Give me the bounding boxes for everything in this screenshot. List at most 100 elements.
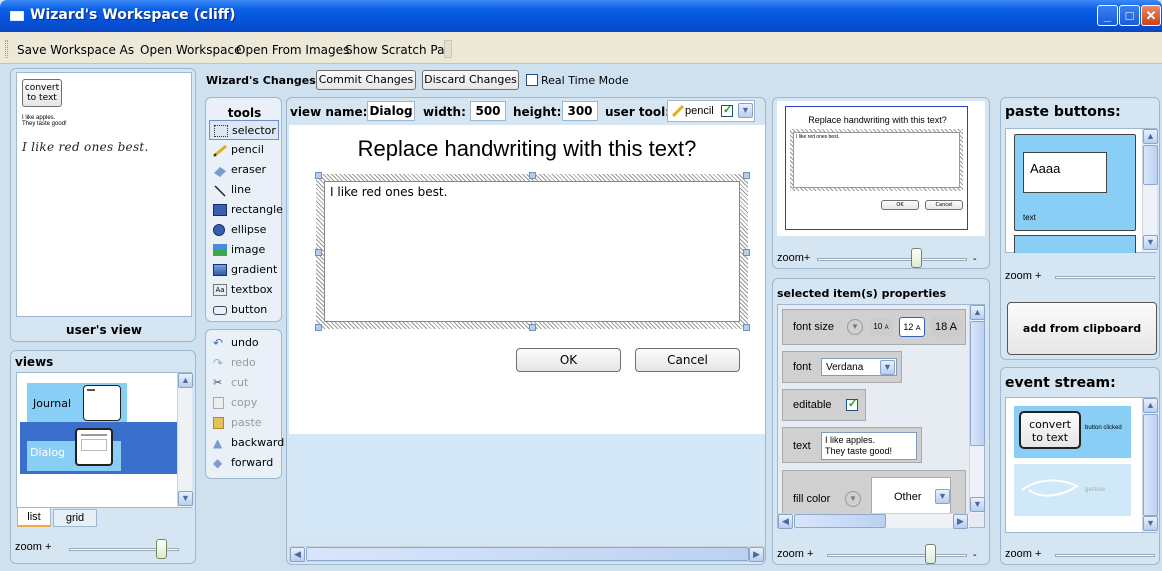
paste-button[interactable]: paste: [209, 413, 279, 433]
scroll-left-icon[interactable]: ◀: [778, 514, 793, 529]
maximize-button[interactable]: □: [1119, 5, 1140, 26]
dialog-textbox[interactable]: I like red ones best.: [324, 181, 740, 322]
minimize-button[interactable]: _: [1097, 5, 1118, 26]
copy-button[interactable]: copy: [209, 393, 279, 413]
properties-zoom-thumb[interactable]: [925, 544, 936, 564]
event-zoom-slider[interactable]: [1055, 554, 1155, 557]
font-size-12[interactable]: 12 A: [899, 317, 925, 337]
height-field[interactable]: 300: [562, 101, 598, 121]
view-item-journal[interactable]: Journal: [27, 383, 127, 423]
scroll-right-icon[interactable]: ▶: [953, 514, 968, 529]
scroll-thumb[interactable]: [1143, 414, 1158, 516]
tool-eraser[interactable]: eraser: [209, 160, 279, 180]
scroll-up-icon[interactable]: ▲: [178, 373, 193, 388]
dialog-cancel-button[interactable]: Cancel: [635, 348, 740, 372]
canvas-viewport[interactable]: Replace handwriting with this text? I li…: [289, 125, 765, 537]
convert-to-text-button[interactable]: convert to text: [22, 79, 62, 107]
title-bar[interactable]: Wizard's Workspace (cliff) _ □ ✕: [0, 0, 1162, 32]
scroll-up-icon[interactable]: ▲: [1143, 398, 1158, 413]
toolbar-overflow-button[interactable]: [444, 40, 452, 58]
properties-list[interactable]: font size ▼ 10 A 12 A 18 A font Verdana …: [777, 304, 985, 529]
views-list[interactable]: Journal Dialog ▲ ▼: [16, 372, 193, 508]
user-tool-checkbox[interactable]: [721, 105, 733, 117]
font-size-18[interactable]: 18 A: [931, 317, 961, 337]
preview-zoom-thumb[interactable]: [911, 248, 922, 268]
properties-zoom-slider[interactable]: [827, 554, 967, 557]
paste-vscrollbar[interactable]: ▲ ▼: [1142, 129, 1158, 252]
discard-changes-button[interactable]: Discard Changes: [422, 70, 519, 90]
dialog-ok-button[interactable]: OK: [516, 348, 621, 372]
menu-open-workspace[interactable]: Open Workspace: [140, 43, 241, 57]
width-field[interactable]: 500: [470, 101, 506, 121]
menu-save-workspace-as[interactable]: Save Workspace As: [17, 43, 134, 57]
commit-changes-button[interactable]: Commit Changes: [316, 70, 416, 90]
cut-button[interactable]: ✂ cut: [209, 373, 279, 393]
redo-button[interactable]: ↷ redo: [209, 353, 279, 373]
resize-handle[interactable]: [743, 249, 750, 256]
real-time-mode-checkbox[interactable]: [526, 74, 538, 86]
tool-rectangle[interactable]: rectangle: [209, 200, 283, 220]
views-scrollbar[interactable]: ▲ ▼: [177, 373, 193, 507]
tool-ellipse[interactable]: ellipse: [209, 220, 279, 240]
dialog-heading[interactable]: Replace handwriting with this text?: [289, 136, 765, 162]
resize-handle[interactable]: [743, 172, 750, 179]
tab-grid[interactable]: grid: [53, 509, 97, 527]
font-select[interactable]: Verdana ▼: [821, 358, 897, 376]
tool-selector[interactable]: selector: [209, 120, 279, 140]
scroll-up-icon[interactable]: ▲: [970, 305, 985, 320]
user-tool-select[interactable]: pencil ▼: [667, 100, 755, 122]
scroll-down-icon[interactable]: ▼: [1143, 516, 1158, 531]
tool-textbox[interactable]: Aa textbox: [209, 280, 279, 300]
menu-show-scratch-pad[interactable]: Show Scratch Pad: [345, 43, 452, 57]
chevron-down-icon[interactable]: ▼: [738, 103, 753, 118]
event-item[interactable]: convert to text button clicked: [1014, 406, 1131, 458]
resize-handle[interactable]: [315, 249, 322, 256]
undo-button[interactable]: ↶ undo: [209, 333, 279, 353]
backward-button[interactable]: ▲ backward: [209, 433, 284, 453]
scroll-thumb[interactable]: [970, 321, 985, 446]
scroll-down-icon[interactable]: ▼: [970, 497, 985, 512]
scroll-thumb[interactable]: [794, 514, 886, 528]
editable-checkbox[interactable]: [846, 399, 858, 411]
properties-vscrollbar[interactable]: ▲ ▼: [969, 305, 985, 513]
tool-button[interactable]: button: [209, 300, 279, 320]
resize-handle[interactable]: [529, 172, 536, 179]
scroll-left-icon[interactable]: ◀: [290, 547, 305, 562]
paste-button-card[interactable]: [1014, 235, 1136, 253]
scroll-thumb[interactable]: [1143, 145, 1158, 185]
forward-button[interactable]: ◆ forward: [209, 453, 279, 473]
canvas-hscrollbar[interactable]: ◀ ▶: [289, 546, 765, 562]
resize-handle[interactable]: [743, 324, 750, 331]
scroll-thumb[interactable]: [306, 547, 749, 561]
paste-zoom-slider[interactable]: [1055, 276, 1155, 279]
tool-image[interactable]: image: [209, 240, 279, 260]
dialog-canvas[interactable]: Replace handwriting with this text? I li…: [289, 125, 765, 434]
scroll-down-icon[interactable]: ▼: [178, 491, 193, 506]
chevron-down-icon[interactable]: ▼: [845, 491, 861, 507]
resize-handle[interactable]: [315, 324, 322, 331]
properties-hscrollbar[interactable]: ◀ ▶: [778, 513, 969, 529]
event-stream-list[interactable]: convert to text button clicked gesture ▲…: [1005, 397, 1158, 533]
scroll-down-icon[interactable]: ▼: [1143, 235, 1158, 250]
tab-list[interactable]: list: [17, 508, 51, 527]
tool-gradient[interactable]: gradient: [209, 260, 279, 280]
preview-zoom-slider[interactable]: [817, 258, 967, 261]
fill-color-select[interactable]: Other ▼: [871, 477, 951, 515]
close-button[interactable]: ✕: [1141, 5, 1161, 26]
event-item[interactable]: gesture: [1014, 464, 1131, 516]
paste-buttons-list[interactable]: Aaaa text ▲ ▼: [1005, 128, 1158, 253]
scroll-up-icon[interactable]: ▲: [1143, 129, 1158, 144]
paste-button-card[interactable]: Aaaa text: [1014, 134, 1136, 231]
resize-handle[interactable]: [315, 172, 322, 179]
views-zoom-thumb[interactable]: [156, 539, 167, 559]
view-name-field[interactable]: Dialog: [367, 101, 415, 121]
menu-open-from-images[interactable]: Open From Images: [236, 43, 349, 57]
view-item-dialog[interactable]: Dialog: [20, 422, 177, 474]
chevron-down-icon[interactable]: ▼: [880, 360, 895, 375]
text-field[interactable]: I like apples. They taste good!: [821, 432, 917, 460]
tool-pencil[interactable]: pencil: [209, 140, 279, 160]
toolbar-grip[interactable]: [5, 40, 8, 58]
add-from-clipboard-button[interactable]: add from clipboard: [1007, 302, 1157, 355]
preview-canvas[interactable]: Replace handwriting with this text? I li…: [777, 101, 985, 236]
tool-line[interactable]: line: [209, 180, 279, 200]
